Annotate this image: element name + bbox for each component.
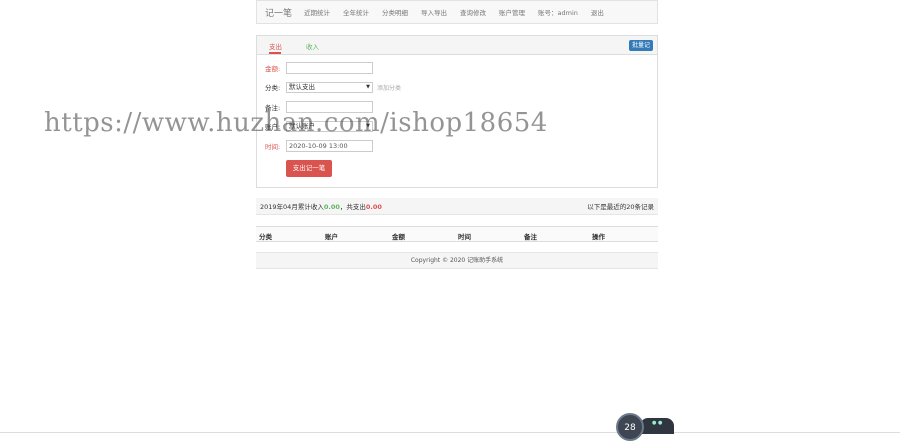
bottom-divider (0, 432, 900, 433)
tab-expense[interactable]: 支出 (269, 41, 282, 51)
network-speed-icon: ● ● (652, 420, 663, 426)
amount-label: 金额: (265, 65, 281, 73)
col-account: 账户 (325, 233, 338, 241)
top-navbar: 记一笔 近期统计 全年统计 分类明细 导入导出 查询修改 账户管理 账号：adm… (256, 0, 658, 24)
records-table-header: 分类 账户 金额 时间 备注 操作 (256, 226, 658, 242)
month-summary: 2019年04月累计收入0.00，共支出0.00 (260, 201, 382, 211)
tab-income[interactable]: 收入 (306, 41, 319, 51)
type-tabbar: 支出 收入 批量记 (257, 36, 657, 55)
submit-expense-button[interactable]: 支出记一笔 (286, 160, 332, 177)
time-row: 时间: 2020-10-09 13:00 (265, 140, 373, 152)
nav-user-account[interactable]: 账号：admin (538, 7, 578, 17)
nav-import-export[interactable]: 导入导出 (421, 7, 447, 17)
category-label: 分类: (265, 84, 281, 92)
nav-account-manage[interactable]: 账户管理 (499, 7, 525, 17)
recent-records-note: 以下是最近的20条记录 (587, 203, 654, 211)
nav-logout[interactable]: 退出 (591, 7, 604, 17)
col-actions: 操作 (592, 233, 605, 241)
page-footer: Copyright © 2020 记账助手系统 (256, 252, 658, 269)
amount-input[interactable] (286, 62, 373, 74)
batch-record-button[interactable]: 批量记 (628, 40, 653, 51)
summary-bar: 2019年04月累计收入0.00，共支出0.00 以下是最近的20条记录 (256, 198, 658, 215)
amount-row: 金额: (265, 62, 373, 74)
nav-query-edit[interactable]: 查询修改 (460, 7, 486, 17)
expense-total: 0.00 (365, 203, 382, 211)
summary-prefix: 2019年04月累计收入 (260, 203, 324, 211)
category-select[interactable]: 默认支出 ▼ (286, 81, 373, 93)
col-note: 备注 (524, 233, 537, 241)
nav-category-detail[interactable]: 分类明细 (382, 7, 408, 17)
summary-mid: ，共支出 (339, 203, 366, 211)
category-selected: 默认支出 (289, 82, 315, 91)
income-total: 0.00 (323, 203, 340, 211)
time-label: 时间: (265, 143, 281, 151)
active-tab-indicator (269, 52, 281, 54)
watermark-text: https://www.huzhan.com/ishop18654 (44, 108, 548, 138)
add-category-link[interactable]: 添加分类 (377, 83, 401, 92)
category-row: 分类: 默认支出 ▼ 添加分类 (265, 81, 401, 93)
col-amount: 金额 (392, 233, 405, 241)
chevron-down-icon: ▼ (366, 83, 370, 90)
col-time: 时间 (458, 233, 471, 241)
brand-logo[interactable]: 记一笔 (265, 6, 292, 19)
monitor-widget-value: 28 (624, 423, 636, 433)
monitor-widget-badge[interactable]: 28 (616, 413, 644, 441)
time-input[interactable]: 2020-10-09 13:00 (286, 140, 373, 152)
nav-recent-stats[interactable]: 近期统计 (304, 7, 330, 17)
nav-annual-stats[interactable]: 全年统计 (343, 7, 369, 17)
col-category: 分类 (259, 233, 272, 241)
